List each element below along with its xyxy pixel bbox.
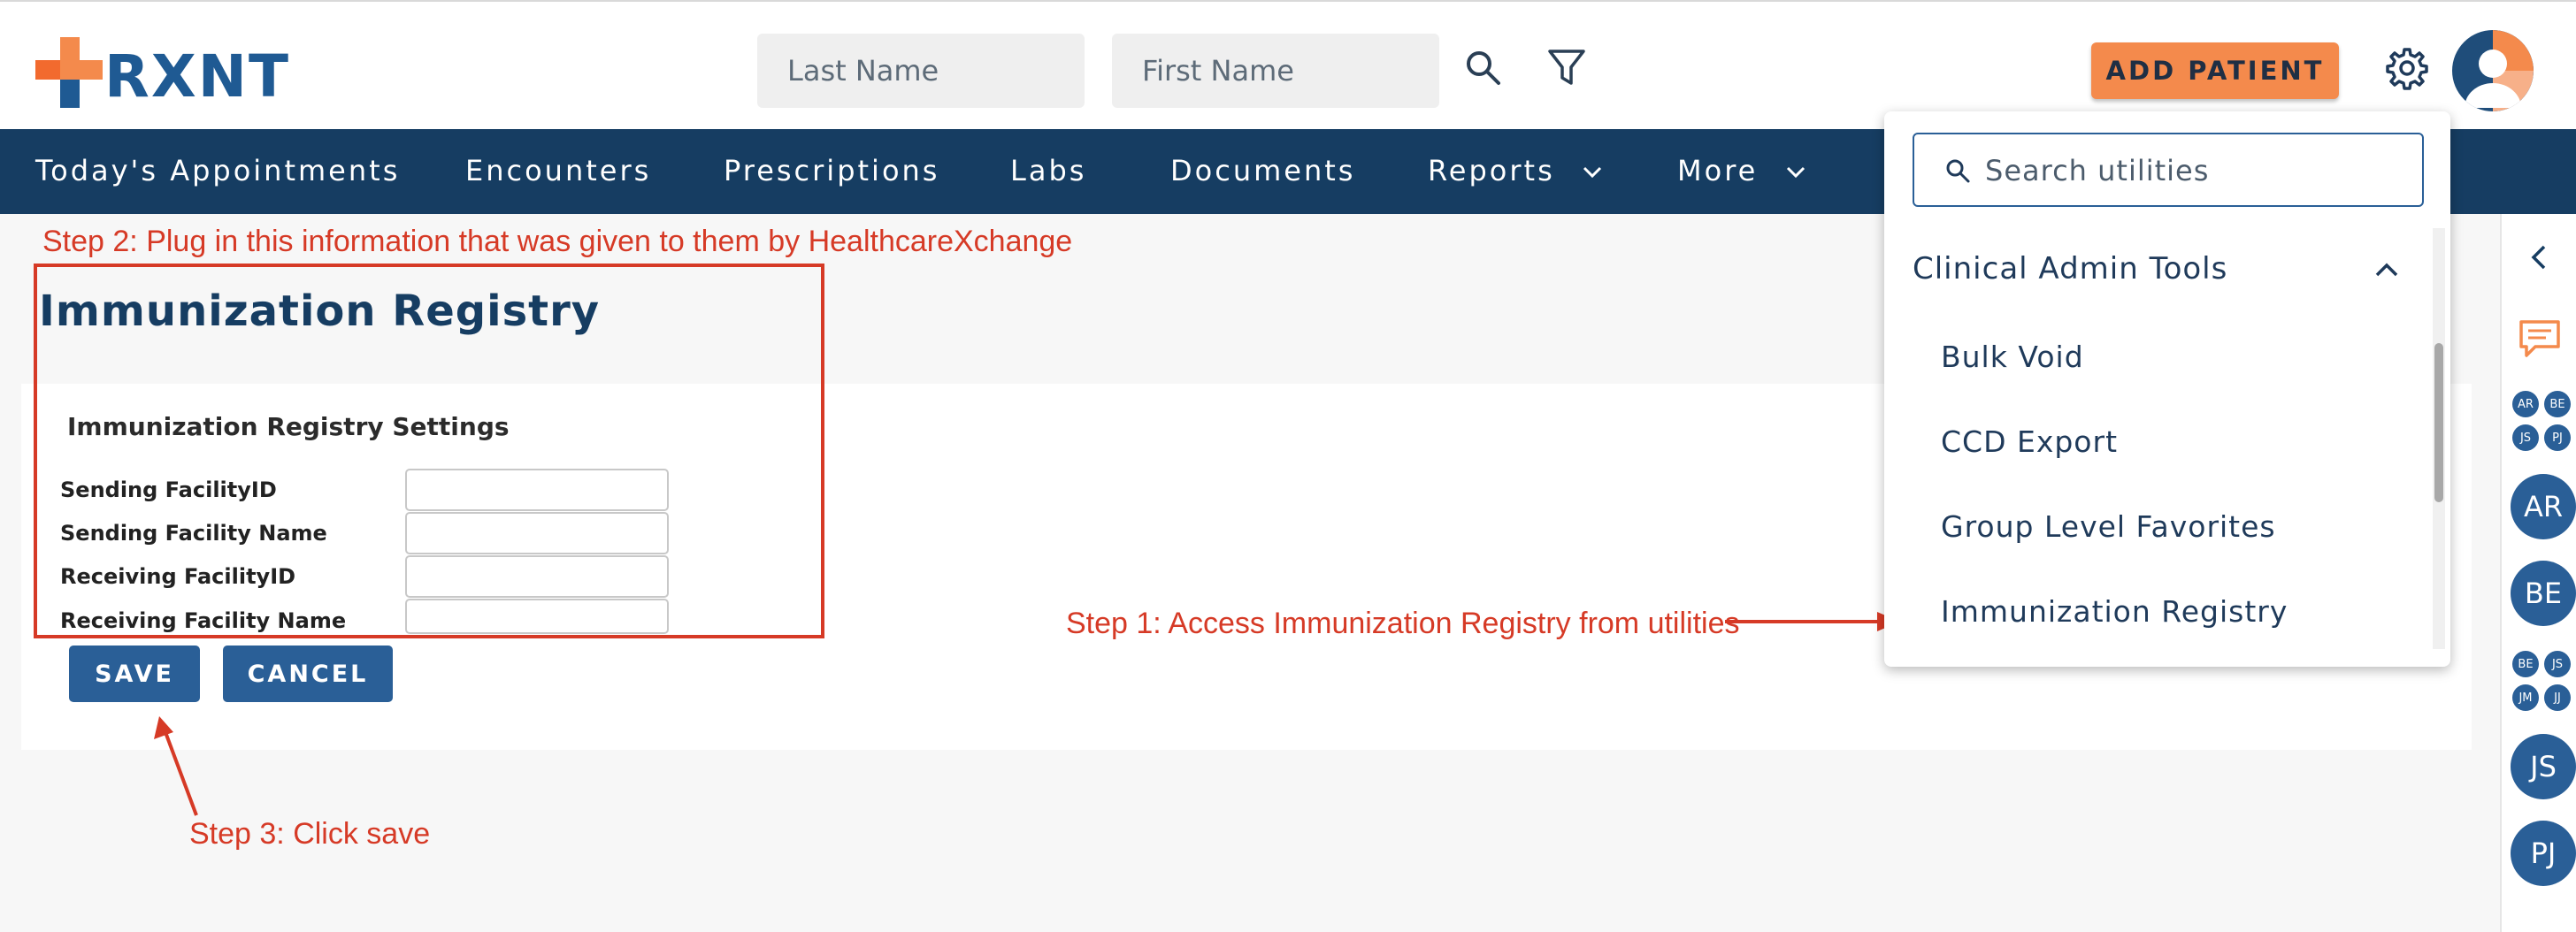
- annotation-highlight-box: [34, 264, 824, 638]
- annotation-arrow-step-1: [1725, 612, 1900, 631]
- utilities-search[interactable]: [1913, 133, 2424, 207]
- annotation-step-2: Step 2: Plug in this information that wa…: [42, 225, 1073, 258]
- utilities-scroll-thumb[interactable]: [2434, 343, 2443, 502]
- annotation-step-1: Step 1: Access Immunization Registry fro…: [1066, 607, 1740, 640]
- rail-mini-avatar[interactable]: PJ: [2544, 424, 2571, 451]
- utilities-item-group-level-favorites[interactable]: Group Level Favorites: [1941, 509, 2276, 544]
- nav-reports[interactable]: Reports: [1428, 154, 1602, 187]
- nav-more[interactable]: More: [1677, 154, 1806, 187]
- nav-labs[interactable]: Labs: [1010, 154, 1086, 187]
- utilities-item-immunization-registry[interactable]: Immunization Registry: [1941, 594, 2288, 629]
- add-patient-button[interactable]: ADD PATIENT: [2091, 42, 2339, 99]
- search-icon[interactable]: [1461, 46, 1506, 90]
- utilities-group-clinical-admin-tools[interactable]: Clinical Admin Tools: [1913, 251, 2227, 286]
- last-name-input[interactable]: [757, 34, 1085, 108]
- save-button[interactable]: SAVE: [69, 646, 200, 702]
- rail-mini-avatar[interactable]: JS: [2544, 651, 2571, 677]
- search-icon: [1946, 159, 1970, 183]
- avatar-icon: [2465, 30, 2534, 111]
- utilities-item-bulk-void[interactable]: Bulk Void: [1941, 340, 2084, 374]
- first-name-input[interactable]: [1112, 34, 1439, 108]
- nav-documents[interactable]: Documents: [1170, 154, 1355, 187]
- right-rail: AR BE JS PJ AR BE BE JS JM JJ JS PJ: [2500, 214, 2576, 932]
- utilities-item-ccd-export[interactable]: CCD Export: [1941, 424, 2118, 459]
- nav-encounters[interactable]: Encounters: [465, 154, 651, 187]
- utilities-scrollbar[interactable]: [2433, 228, 2445, 649]
- utilities-search-input[interactable]: [1985, 147, 2410, 195]
- top-header: RXNT ADD PATIENT: [0, 0, 2576, 129]
- nav-more-label: More: [1677, 154, 1759, 187]
- annotation-arrow-step-3: [154, 716, 198, 816]
- rail-avatar-be[interactable]: BE: [2511, 561, 2576, 626]
- chevron-down-icon: [1786, 166, 1805, 179]
- annotation-step-3: Step 3: Click save: [189, 817, 431, 851]
- cancel-button[interactable]: CANCEL: [223, 646, 393, 702]
- rxnt-logo[interactable]: RXNT: [35, 34, 301, 113]
- gear-icon[interactable]: [2385, 46, 2429, 90]
- rail-mini-avatar[interactable]: JJ: [2544, 684, 2571, 711]
- nav-todays-appointments[interactable]: Today's Appointments: [35, 154, 400, 187]
- nav-reports-label: Reports: [1428, 154, 1555, 187]
- chevron-left-icon[interactable]: [2528, 244, 2549, 271]
- logo-cross-icon: [35, 37, 103, 108]
- rail-mini-avatar[interactable]: JM: [2512, 684, 2539, 711]
- nav-prescriptions[interactable]: Prescriptions: [724, 154, 939, 187]
- rail-avatar-ar[interactable]: AR: [2511, 474, 2576, 539]
- rail-avatar-pj[interactable]: PJ: [2511, 821, 2576, 886]
- chat-icon[interactable]: [2518, 318, 2562, 359]
- filter-icon[interactable]: [1545, 46, 1589, 90]
- rail-mini-avatar[interactable]: JS: [2512, 424, 2539, 451]
- chevron-down-icon: [1583, 166, 1601, 179]
- rail-mini-avatar[interactable]: BE: [2544, 391, 2571, 417]
- utilities-group-label: Clinical Admin Tools: [1913, 251, 2228, 286]
- logo-text: RXNT: [104, 42, 290, 111]
- rail-mini-avatar[interactable]: AR: [2512, 391, 2539, 417]
- chevron-up-icon[interactable]: [2374, 262, 2399, 278]
- user-avatar[interactable]: [2452, 30, 2534, 111]
- rail-mini-avatar[interactable]: BE: [2512, 651, 2539, 677]
- utilities-dropdown: Clinical Admin Tools Bulk Void CCD Expor…: [1884, 111, 2450, 667]
- rail-avatar-js[interactable]: JS: [2511, 734, 2576, 799]
